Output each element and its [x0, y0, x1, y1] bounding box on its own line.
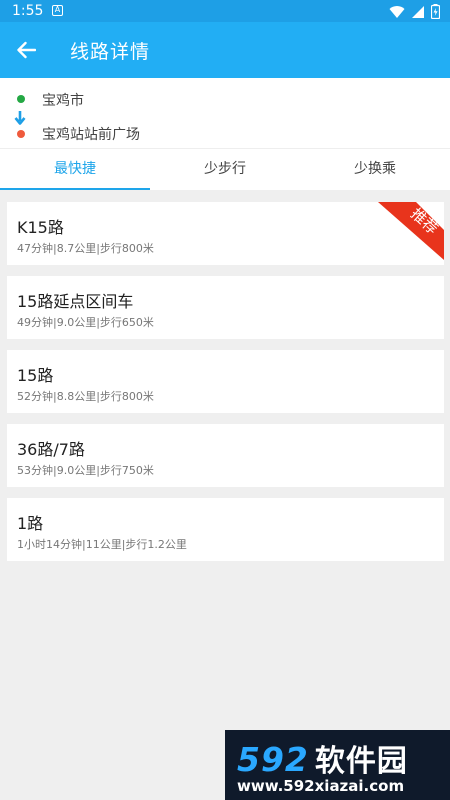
route-name: 15路: [17, 366, 54, 385]
back-button[interactable]: [12, 36, 40, 64]
route-name: 15路延点区间车: [17, 292, 134, 311]
route-card[interactable]: K15路 47分钟|8.7公里|步行800米 推荐: [7, 202, 444, 265]
status-time: 1:55: [12, 3, 44, 19]
route-list: K15路 47分钟|8.7公里|步行800米 推荐 15路延点区间车 49分钟|…: [7, 202, 444, 572]
status-bar: 1:55 A: [0, 0, 450, 22]
route-origin: 宝鸡市: [0, 88, 450, 110]
page-title: 线路详情: [70, 41, 151, 63]
recommended-badge: 推荐: [378, 202, 444, 260]
watermark-chinese: 软件园: [314, 744, 408, 779]
route-meta: 47分钟|8.7公里|步行800米: [17, 242, 154, 255]
watermark-url: www.592xiazai.com: [237, 777, 405, 795]
route-meta: 52分钟|8.8公里|步行800米: [17, 390, 154, 403]
app-bar: 线路详情: [0, 22, 450, 78]
destination-text: 宝鸡站站前广场: [42, 127, 140, 143]
status-icons: [389, 4, 440, 19]
route-meta: 1小时14分钟|11公里|步行1.2公里: [17, 538, 187, 551]
route-card[interactable]: 1路 1小时14分钟|11公里|步行1.2公里: [7, 498, 444, 561]
route-name: 1路: [17, 514, 44, 533]
route-tabs: 最快捷 少步行 少换乘: [0, 148, 450, 190]
watermark-number: 592: [237, 740, 309, 779]
route-destination: 宝鸡站站前广场: [0, 122, 450, 144]
destination-dot-icon: [17, 130, 25, 138]
route-meta: 53分钟|9.0公里|步行750米: [17, 464, 154, 477]
tab-fewer-transfers[interactable]: 少换乘: [300, 149, 450, 190]
battery-icon: [431, 4, 440, 19]
tab-less-walking[interactable]: 少步行: [150, 149, 300, 190]
notification-icon: A: [52, 5, 63, 16]
route-meta: 49分钟|9.0公里|步行650米: [17, 316, 154, 329]
site-watermark: 592 软件园 www.592xiazai.com: [225, 730, 450, 800]
route-card[interactable]: 15路延点区间车 49分钟|9.0公里|步行650米: [7, 276, 444, 339]
arrow-left-icon: [17, 41, 36, 59]
route-card[interactable]: 15路 52分钟|8.8公里|步行800米: [7, 350, 444, 413]
origin-dot-icon: [17, 95, 25, 103]
tab-fastest[interactable]: 最快捷: [0, 149, 150, 190]
signal-icon: [412, 5, 424, 18]
route-card[interactable]: 36路/7路 53分钟|9.0公里|步行750米: [7, 424, 444, 487]
route-name: 36路/7路: [17, 440, 85, 459]
route-summary: 宝鸡市 宝鸡站站前广场: [0, 78, 450, 148]
wifi-icon: [389, 5, 405, 18]
route-name: K15路: [17, 218, 64, 237]
origin-text: 宝鸡市: [42, 93, 84, 109]
watermark-brand: 592 软件园: [237, 736, 408, 780]
